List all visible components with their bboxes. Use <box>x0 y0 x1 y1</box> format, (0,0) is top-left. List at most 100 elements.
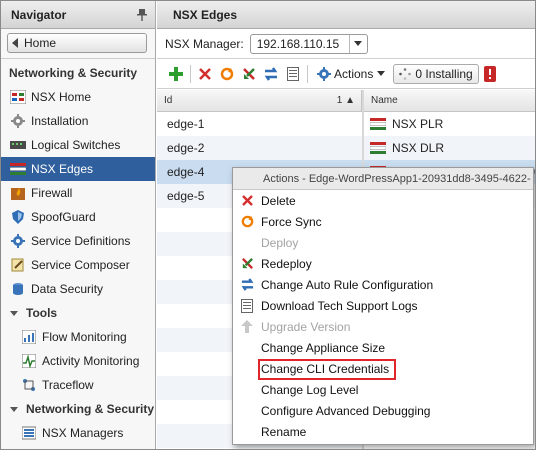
tech-support-logs-icon[interactable] <box>282 63 304 85</box>
column-id-label: Id <box>164 95 173 106</box>
dropdown-icon <box>348 34 367 53</box>
edge-id: edge-2 <box>167 141 205 155</box>
menu-item-label: Change Log Level <box>261 382 359 397</box>
home-row: Home <box>1 29 155 59</box>
nav-item-installation[interactable]: Installation <box>1 109 155 133</box>
spinner-icon <box>399 67 412 80</box>
pin-icon[interactable] <box>137 9 147 21</box>
menu-item-configure-advanced-debugging[interactable]: Configure Advanced Debugging <box>233 400 533 421</box>
navigator-header: Navigator <box>1 1 155 29</box>
auto-rule-icon[interactable] <box>260 63 282 85</box>
table-row[interactable]: edge-1 <box>157 112 362 136</box>
nav-item-label: Service Composer <box>31 258 130 272</box>
add-icon[interactable] <box>165 63 187 85</box>
nav-item-spoofguard[interactable]: SpoofGuard <box>1 205 155 229</box>
table-row-name[interactable]: NSX PLR <box>364 112 535 136</box>
nsx-managers-icon <box>21 425 37 441</box>
redeploy-icon[interactable] <box>238 63 260 85</box>
networking-security-group[interactable]: Networking & Security <box>1 397 155 421</box>
nav-item-service-definitions[interactable]: Service Definitions <box>1 229 155 253</box>
nav-item-label: Activity Monitoring <box>42 354 140 368</box>
activity-monitoring-icon <box>21 353 37 369</box>
nav-item-label: NSX Managers <box>42 426 124 440</box>
flow-monitoring-icon <box>21 329 37 345</box>
edge-id: edge-1 <box>167 117 205 131</box>
menu-item-label: Configure Advanced Debugging <box>261 403 431 418</box>
column-header-id[interactable]: Id 1 ▲ <box>157 90 362 112</box>
nav-item-label: Logical Switches <box>31 138 121 152</box>
blank-icon-slot <box>239 403 255 419</box>
menu-item-deploy: Deploy <box>233 232 533 253</box>
alert-icon[interactable] <box>483 65 496 82</box>
nsx-home-icon <box>10 89 26 105</box>
delete-icon[interactable] <box>194 63 216 85</box>
nav-item-label: NSX Edges <box>31 162 94 176</box>
actions-menu-button[interactable]: Actions <box>313 63 389 85</box>
tools-group[interactable]: Tools <box>1 301 155 325</box>
firewall-icon <box>10 185 26 201</box>
nav-item-firewall[interactable]: Firewall <box>1 181 155 205</box>
home-button[interactable]: Home <box>7 33 147 53</box>
nav-item-nsx-home[interactable]: NSX Home <box>1 85 155 109</box>
actions-gear-icon <box>317 66 331 81</box>
menu-item-delete[interactable]: Delete <box>233 190 533 211</box>
manager-label: NSX Manager: <box>165 36 244 51</box>
sort-indicator: 1 ▲ <box>336 95 355 106</box>
installation-gear-icon <box>10 113 26 129</box>
installing-label: 0 Installing <box>415 66 473 81</box>
menu-item-download-logs[interactable]: Download Tech Support Logs <box>233 295 533 316</box>
nav-item-label: Data Security <box>31 282 104 296</box>
highlight-annotation-box <box>258 359 396 380</box>
nav-item-nsx-edges[interactable]: NSX Edges <box>1 157 155 181</box>
menu-item-rename[interactable]: Rename <box>233 421 533 442</box>
menu-item-change-auto-rule[interactable]: Change Auto Rule Configuration <box>233 274 533 295</box>
menu-item-redeploy[interactable]: Redeploy <box>233 253 533 274</box>
edge-name: NSX DLR <box>392 141 445 155</box>
nav-item-activity-monitoring[interactable]: Activity Monitoring <box>1 349 155 373</box>
home-label: Home <box>24 36 57 50</box>
menu-item-upgrade-version: Upgrade Version <box>233 316 533 337</box>
expand-caret-icon <box>10 406 18 412</box>
manager-row: NSX Manager: 192.168.110.15 <box>157 29 535 59</box>
menu-item-label: Redeploy <box>261 256 312 271</box>
context-menu-title: Actions - Edge-WordPressApp1-20931dd8-34… <box>233 168 533 190</box>
upgrade-arrow-icon <box>239 319 255 335</box>
actions-label: Actions <box>334 66 374 81</box>
nav-item-nsx-managers[interactable]: NSX Managers <box>1 421 155 445</box>
nav-item-logical-switches[interactable]: Logical Switches <box>1 133 155 157</box>
blank-icon-slot <box>239 424 255 440</box>
table-row-name[interactable]: NSX DLR <box>364 136 535 160</box>
nav-item-data-security[interactable]: Data Security <box>1 277 155 301</box>
nav-item-label: Firewall <box>31 186 73 200</box>
nsx-edge-icon <box>370 142 386 154</box>
toolbar-separator <box>307 64 308 83</box>
blank-icon-slot <box>239 340 255 356</box>
menu-item-label: Force Sync <box>261 214 322 229</box>
traceflow-icon <box>21 377 37 393</box>
column-header-name[interactable]: Name <box>364 90 535 112</box>
menu-item-label: Delete <box>261 193 296 208</box>
installing-status-button[interactable]: 0 Installing <box>393 63 479 84</box>
menu-item-label: Change Auto Rule Configuration <box>261 277 434 292</box>
menu-item-force-sync[interactable]: Force Sync <box>233 211 533 232</box>
edge-name: NSX PLR <box>392 117 444 131</box>
menu-item-label: Deploy <box>261 235 299 250</box>
navigator-panel: Navigator Home Networking & Security NSX… <box>1 1 156 449</box>
nav-item-service-composer[interactable]: Service Composer <box>1 253 155 277</box>
table-row[interactable]: edge-2 <box>157 136 362 160</box>
redeploy-icon <box>239 256 255 272</box>
back-arrow-icon <box>12 38 18 48</box>
menu-item-label: Rename <box>261 424 307 439</box>
nsx-edge-icon <box>10 161 26 177</box>
manager-select[interactable]: 192.168.110.15 <box>249 33 368 54</box>
force-sync-icon[interactable] <box>216 63 238 85</box>
toolbar: Actions 0 Installing <box>157 59 535 89</box>
edge-id: edge-4 <box>167 165 205 179</box>
nav-item-traceflow[interactable]: Traceflow <box>1 373 155 397</box>
nav-item-flow-monitoring[interactable]: Flow Monitoring <box>1 325 155 349</box>
logs-icon <box>239 298 255 314</box>
tools-group-label: Tools <box>26 306 58 320</box>
nsx-edge-icon <box>370 118 386 130</box>
menu-item-change-appliance-size[interactable]: Change Appliance Size <box>233 337 533 358</box>
menu-item-change-log-level[interactable]: Change Log Level <box>233 379 533 400</box>
